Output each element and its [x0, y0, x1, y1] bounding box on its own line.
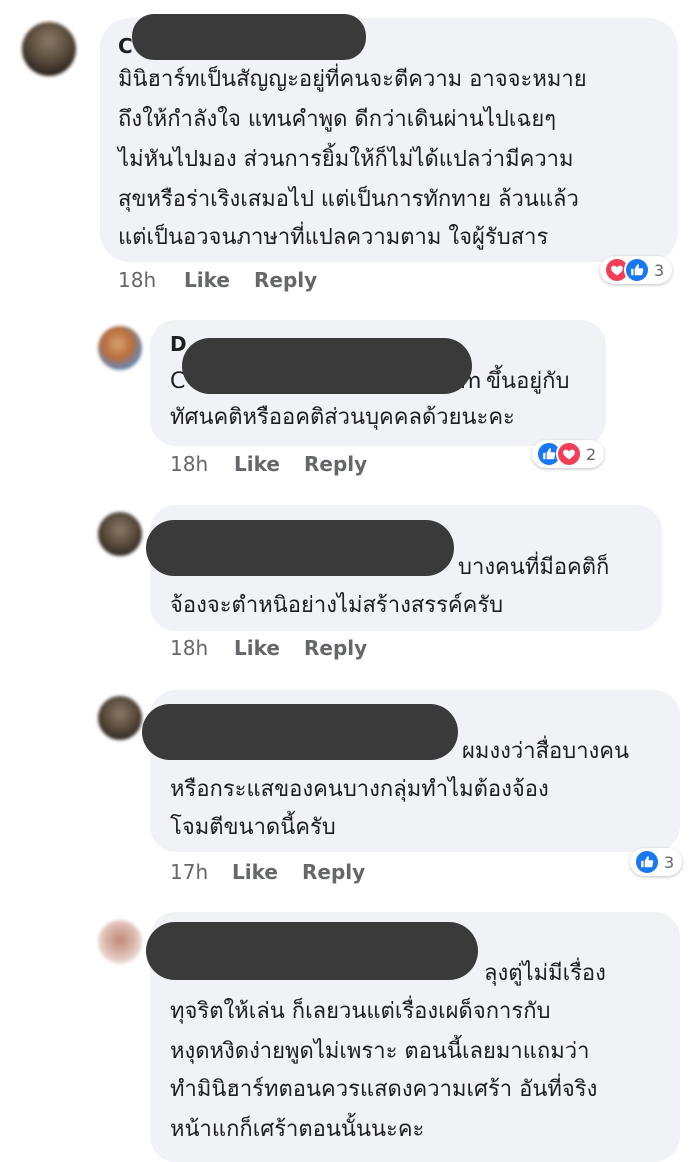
like-button[interactable]: Like	[184, 268, 230, 292]
comment-meta: 18h Like Reply	[118, 268, 418, 294]
comment-text-line: ทุจริตให้เล่น ก็เลยวนแต่เรื่องเผด็จการกั…	[170, 999, 551, 1024]
comment-text-line: สุขหรือร่าเริงเสมอไป แต่เป็นการทักทาย ล้…	[118, 187, 579, 212]
redaction-block	[182, 338, 472, 394]
reaction-count: 2	[586, 444, 597, 464]
timestamp[interactable]: 17h	[170, 860, 208, 884]
redaction-block	[146, 520, 454, 576]
comment-text-line: ไม่หันไปมอง ส่วนการยิ้มให้ก็ไม่ได้แปลว่า…	[118, 147, 574, 172]
comment-text-line: มินิฮาร์ทเป็นสัญญะอยู่ที่คนจะตีความ อาจจ…	[118, 67, 587, 92]
comment-text-line: โจมตีขนาดนี้ครับ	[170, 815, 336, 840]
comment-text-line: หรือกระแสของคนบางกลุ่มทำไมต้องจ้อง	[170, 777, 549, 802]
reaction-summary[interactable]: 3	[600, 256, 673, 284]
reaction-count: 3	[654, 260, 665, 280]
like-button[interactable]: Like	[234, 636, 280, 660]
like-reaction-icon	[624, 257, 650, 283]
comment-text-line: แต่เป็นอวจนภาษาที่แปลความตาม ใจผู้รับสาร	[118, 225, 549, 250]
reaction-count: 3	[664, 852, 675, 872]
comment-text-line: ขึ้นอยู่กับ	[486, 369, 570, 394]
avatar[interactable]	[98, 696, 142, 740]
comment-text-line: หงุดหงิดง่ายพูดไม่เพราะ ตอนนี้เลยมาแถมว่…	[170, 1039, 590, 1064]
like-reaction-icon	[634, 849, 660, 875]
comment-text-line: ลุงตู่ไม่มีเรื่อง	[484, 961, 606, 986]
author-name-prefix[interactable]: C	[118, 34, 133, 58]
avatar[interactable]	[22, 22, 76, 76]
comment-text-line: จ้องจะตำหนิอย่างไม่สร้างสรรค์ครับ	[170, 593, 504, 618]
reply-button[interactable]: Reply	[304, 452, 367, 476]
comment-text-line: ทำมินิฮาร์ทตอนควรแสดงความเศร้า อันที่จริ…	[170, 1077, 598, 1102]
reply-button[interactable]: Reply	[254, 268, 317, 292]
redaction-block	[132, 14, 366, 60]
reaction-summary[interactable]: 3	[630, 848, 683, 876]
like-button[interactable]: Like	[232, 860, 278, 884]
timestamp[interactable]: 18h	[170, 452, 208, 476]
redaction-block	[142, 704, 458, 760]
comment-meta: 17h Like Reply	[170, 860, 470, 886]
timestamp[interactable]: 18h	[118, 268, 156, 292]
comment-text-line: ทัศนคติหรืออคติส่วนบุคคลด้วยนะคะ	[170, 405, 515, 430]
comment-text-line: ผมงงว่าสื่อบางคน	[462, 739, 630, 764]
like-button[interactable]: Like	[234, 452, 280, 476]
comment-text-line: บางคนที่มีอคติก็	[458, 555, 610, 580]
comment-meta: 18h Like Reply	[170, 452, 470, 478]
avatar[interactable]	[98, 512, 142, 556]
reply-button[interactable]: Reply	[304, 636, 367, 660]
reply-button[interactable]: Reply	[302, 860, 365, 884]
reaction-summary[interactable]: 2	[532, 440, 605, 468]
timestamp[interactable]: 18h	[170, 636, 208, 660]
avatar[interactable]	[98, 326, 142, 370]
comment-text-line: ถึงให้กำลังใจ แทนคำพูด ดีกว่าเดินผ่านไปเ…	[118, 107, 557, 132]
comment-meta: 18h Like Reply	[170, 636, 470, 662]
love-reaction-icon	[556, 441, 582, 467]
redaction-block	[146, 922, 478, 980]
avatar[interactable]	[98, 920, 142, 964]
